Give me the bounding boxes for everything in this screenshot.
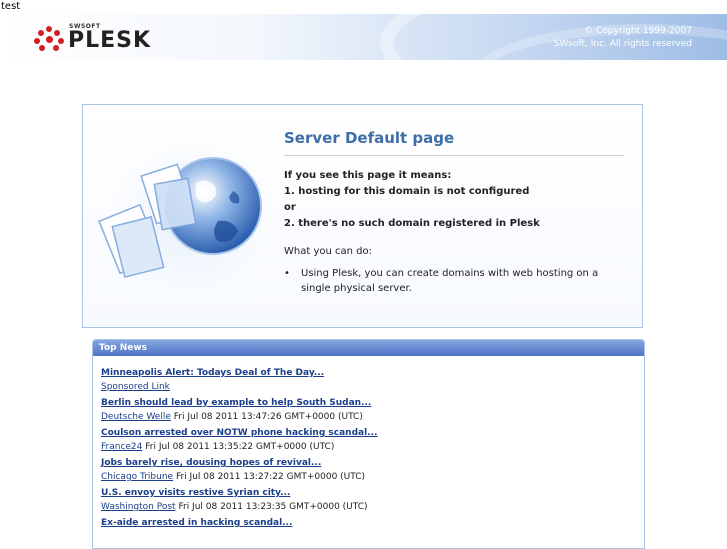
news-meta: Washington Post Fri Jul 08 2011 13:23:35… bbox=[101, 501, 644, 513]
meaning-text: If you see this page it means: 1. hostin… bbox=[284, 168, 624, 232]
news-time: Fri Jul 08 2011 13:23:35 GMT+0000 (UTC) bbox=[178, 502, 368, 512]
news-item: Coulson arrested over NOTW phone hacking… bbox=[101, 427, 644, 453]
meaning-line: or bbox=[284, 202, 296, 213]
news-meta: Chicago Tribune Fri Jul 08 2011 13:27:22… bbox=[101, 471, 644, 483]
plesk-logo[interactable]: SWSOFT PLESK bbox=[34, 23, 164, 53]
news-title-link[interactable]: Ex-aide arrested in hacking scandal... bbox=[101, 517, 644, 529]
news-title-link[interactable]: Coulson arrested over NOTW phone hacking… bbox=[101, 427, 644, 439]
meaning-line: 2. there's no such domain registered in … bbox=[284, 218, 540, 229]
news-title-link[interactable]: U.S. envoy visits restive Syrian city... bbox=[101, 487, 644, 499]
top-news-panel: Top News Minneapolis Alert: Todays Deal … bbox=[92, 339, 645, 549]
news-source-link[interactable]: Washington Post bbox=[101, 502, 176, 512]
news-source-link[interactable]: Sponsored Link bbox=[101, 382, 170, 392]
meaning-line: 1. hosting for this domain is not config… bbox=[284, 186, 530, 197]
test-text: test bbox=[1, 1, 21, 12]
page-title: Server Default page bbox=[284, 129, 624, 156]
plesk-dots-icon bbox=[34, 26, 64, 51]
news-source-link[interactable]: Chicago Tribune bbox=[101, 472, 173, 482]
news-item: U.S. envoy visits restive Syrian city...… bbox=[101, 487, 644, 513]
news-source-link[interactable]: Deutsche Welle bbox=[101, 412, 171, 422]
default-page-panel: Server Default page If you see this page… bbox=[82, 104, 643, 328]
news-time: Fri Jul 08 2011 13:47:26 GMT+0000 (UTC) bbox=[173, 412, 363, 422]
copyright-line: © Copyright 1999-2007 bbox=[584, 26, 692, 36]
news-list: Minneapolis Alert: Todays Deal of The Da… bbox=[93, 356, 644, 529]
default-page-content: Server Default page If you see this page… bbox=[284, 129, 624, 296]
bullet-item: Using Plesk, you can create domains with… bbox=[284, 266, 624, 296]
news-title-link[interactable]: Jobs barely rise, dousing hopes of reviv… bbox=[101, 457, 644, 469]
news-title-link[interactable]: Berlin should lead by example to help So… bbox=[101, 397, 644, 409]
news-source-link[interactable]: France24 bbox=[101, 442, 142, 452]
news-time: Fri Jul 08 2011 13:27:22 GMT+0000 (UTC) bbox=[175, 472, 366, 482]
copyright-line: SWsoft, Inc. All rights reserved bbox=[553, 39, 692, 49]
plesk-header: SWSOFT PLESK © Copyright 1999-2007 SWsof… bbox=[0, 14, 727, 60]
news-title-link[interactable]: Minneapolis Alert: Todays Deal of The Da… bbox=[101, 367, 644, 379]
meaning-line: If you see this page it means: bbox=[284, 170, 452, 181]
logo-plesk-text: PLESK bbox=[68, 28, 152, 53]
news-item: Ex-aide arrested in hacking scandal... bbox=[101, 517, 644, 529]
what-you-can-do-label: What you can do: bbox=[284, 246, 372, 257]
news-item: Jobs barely rise, dousing hopes of reviv… bbox=[101, 457, 644, 483]
news-meta: Sponsored Link bbox=[101, 381, 644, 393]
top-news-heading: Top News bbox=[93, 340, 644, 356]
news-meta: France24 Fri Jul 08 2011 13:35:22 GMT+00… bbox=[101, 441, 644, 453]
news-item: Berlin should lead by example to help So… bbox=[101, 397, 644, 423]
news-item: Minneapolis Alert: Todays Deal of The Da… bbox=[101, 367, 644, 393]
news-meta: Deutsche Welle Fri Jul 08 2011 13:47:26 … bbox=[101, 411, 644, 423]
news-time: Fri Jul 08 2011 13:35:22 GMT+0000 (UTC) bbox=[145, 442, 335, 452]
copyright: © Copyright 1999-2007 SWsoft, Inc. All r… bbox=[554, 25, 692, 51]
globe-illustration-icon bbox=[93, 116, 293, 316]
